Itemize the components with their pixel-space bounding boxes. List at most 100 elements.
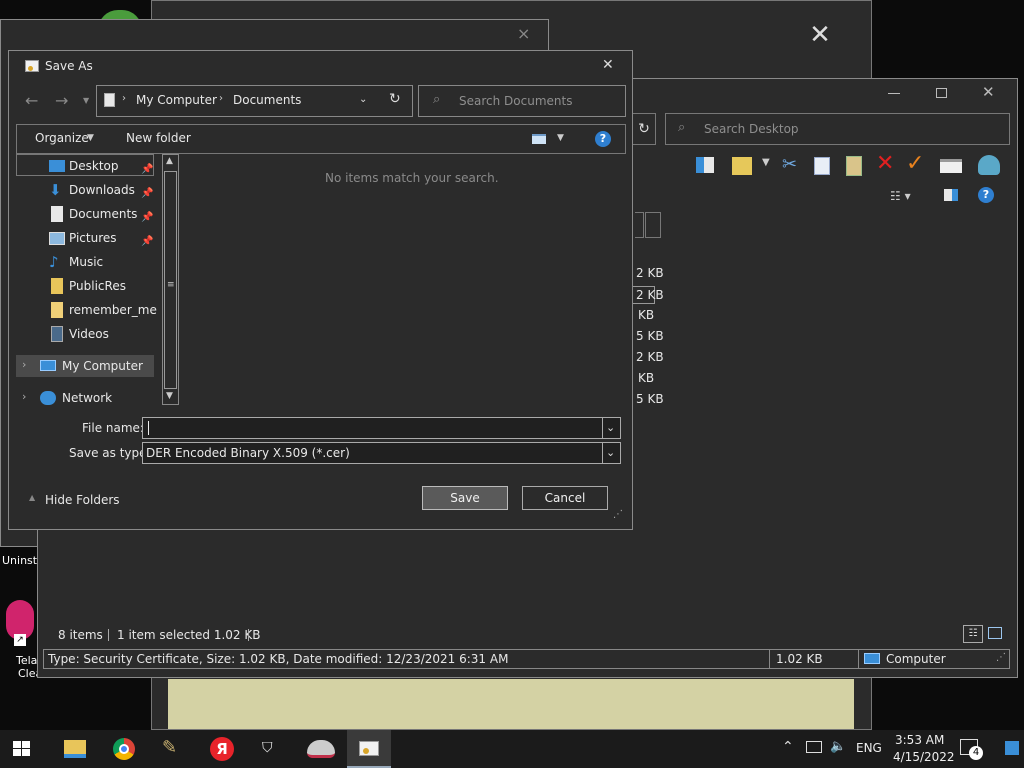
paste-icon[interactable]: [846, 156, 862, 176]
language-indicator[interactable]: ENG: [856, 741, 882, 755]
chevron-down-icon[interactable]: ▼: [87, 133, 94, 143]
certificate-panel: [168, 679, 854, 729]
chevron-right-icon[interactable]: ›: [22, 358, 26, 371]
clock-date[interactable]: 4/15/2022: [893, 750, 955, 764]
nav-item-network[interactable]: › Network: [16, 387, 154, 409]
view-menu-icon[interactable]: ☷ ▾: [890, 189, 911, 203]
chevron-right-icon[interactable]: ›: [22, 390, 26, 403]
organize-button[interactable]: Organize: [35, 131, 89, 145]
details-pane-icon[interactable]: [944, 189, 958, 201]
resize-grip-icon[interactable]: ⋰: [996, 652, 1006, 663]
address-bar[interactable]: › My Computer › Documents ⌄ ↻: [96, 85, 413, 117]
nav-item-desktop[interactable]: Desktop 📌: [49, 155, 153, 177]
clock-time[interactable]: 3:53 AM: [895, 733, 944, 747]
start-button[interactable]: [13, 741, 31, 757]
certificate-icon: [25, 60, 39, 72]
column-header[interactable]: [645, 212, 661, 238]
new-folder-button[interactable]: New folder: [126, 131, 191, 145]
checkmark-icon[interactable]: ✓: [906, 151, 924, 176]
nav-item-my-computer[interactable]: › My Computer: [16, 355, 154, 377]
search-placeholder: Search Documents: [459, 94, 573, 108]
nav-item-downloads[interactable]: ⬇ Downloads 📌: [49, 179, 153, 201]
chrome-taskbar-icon[interactable]: [113, 738, 135, 760]
address-dropdown-icon[interactable]: ⌄: [359, 94, 367, 105]
file-explorer-taskbar-icon[interactable]: [64, 740, 86, 758]
scrollbar-thumb[interactable]: ≡: [164, 171, 177, 389]
app2-taskbar-icon[interactable]: [307, 740, 335, 758]
breadcrumb-item[interactable]: Documents: [233, 93, 301, 107]
tray-chevron-up-icon[interactable]: ⌃: [782, 739, 794, 755]
refresh-button[interactable]: ↻: [632, 113, 656, 145]
save-type-label: Save as type:: [69, 446, 151, 460]
scroll-up-icon[interactable]: ▲: [166, 156, 173, 166]
music-note-icon: ♪: [49, 253, 59, 271]
globe-icon[interactable]: [978, 155, 1000, 175]
status-divider: [108, 629, 109, 641]
nav-item-videos[interactable]: Videos: [51, 323, 109, 345]
close-icon[interactable]: ✕: [806, 21, 834, 49]
help-icon[interactable]: ?: [978, 187, 994, 203]
details-view-button[interactable]: ☷: [963, 625, 983, 643]
pin-icon: 📌: [141, 236, 154, 247]
nav-scrollbar[interactable]: ▲ ≡ ▼: [162, 154, 179, 405]
resize-grip-icon[interactable]: ⋰: [613, 509, 623, 520]
minimize-icon[interactable]: [888, 93, 900, 94]
pin-icon: 📌: [141, 188, 154, 199]
forward-arrow-icon[interactable]: →: [55, 91, 68, 110]
nav-item-label: remember_me: [69, 303, 157, 317]
view-icon[interactable]: [532, 134, 546, 144]
nav-item-documents[interactable]: Documents 📌: [51, 203, 153, 225]
nav-item-pictures[interactable]: Pictures 📌: [49, 227, 153, 249]
nav-item-publicres[interactable]: PublicRes: [51, 275, 126, 297]
shortcut-arrow-icon: ↗: [14, 634, 26, 646]
copy-icon[interactable]: [814, 157, 830, 175]
volume-icon[interactable]: 🔈: [830, 739, 846, 754]
close-icon[interactable]: ✕: [982, 83, 995, 101]
nav-item-label: PublicRes: [69, 279, 126, 293]
app-taskbar-icon[interactable]: ✎: [162, 737, 184, 759]
network-tray-icon[interactable]: [806, 741, 822, 753]
help-icon[interactable]: ?: [595, 131, 611, 147]
list-item-size: KB: [638, 371, 655, 385]
hide-folders-button[interactable]: ▲ Hide Folders: [27, 491, 127, 511]
breadcrumb-item[interactable]: My Computer: [136, 93, 217, 107]
chevron-down-icon[interactable]: ⌄: [606, 446, 615, 459]
properties-icon[interactable]: [940, 159, 962, 173]
search-input[interactable]: ⌕ Search Desktop: [665, 113, 1010, 145]
scroll-down-icon[interactable]: ▼: [166, 391, 173, 401]
column-header[interactable]: [635, 212, 644, 238]
preview-pane-icon[interactable]: [696, 157, 714, 173]
status-divider: [769, 650, 770, 668]
delete-icon[interactable]: ✕: [876, 151, 894, 176]
folder-options-icon[interactable]: [732, 157, 752, 175]
details-location: Computer: [886, 652, 946, 666]
chevron-down-icon[interactable]: ⌄: [606, 421, 615, 434]
close-icon[interactable]: ×: [517, 24, 530, 43]
refresh-icon[interactable]: ↻: [389, 91, 401, 107]
chevron-down-icon[interactable]: ▼: [557, 133, 564, 143]
cut-icon[interactable]: ✂: [782, 154, 797, 175]
nav-item-remember-me[interactable]: remember_me: [51, 299, 157, 321]
yandex-taskbar-icon[interactable]: Я: [210, 737, 234, 761]
list-item-size[interactable]: 2 KB: [631, 286, 664, 304]
maximize-icon[interactable]: [936, 88, 947, 98]
large-icons-view-button[interactable]: [988, 627, 1002, 639]
file-name-field[interactable]: ⌄: [142, 417, 621, 439]
notification-center-icon[interactable]: 4: [960, 739, 983, 760]
search-icon: ⌕: [678, 120, 686, 135]
save-type-select[interactable]: DER Encoded Binary X.509 (*.cer) ⌄: [142, 442, 621, 464]
certificate-taskbar-button[interactable]: [347, 730, 391, 768]
chevron-down-icon[interactable]: ▼: [762, 157, 770, 168]
close-icon[interactable]: ✕: [602, 57, 614, 73]
desktop-icon-label: Uninst: [2, 554, 38, 567]
recent-locations-chevron-icon[interactable]: ▼: [83, 96, 89, 105]
show-desktop-button[interactable]: [1005, 741, 1019, 755]
search-input[interactable]: ⌕ Search Documents: [418, 85, 626, 117]
nav-item-label: Network: [62, 391, 113, 405]
shield-taskbar-icon[interactable]: ⛉: [262, 740, 278, 758]
save-button[interactable]: Save: [422, 486, 508, 510]
cancel-button[interactable]: Cancel: [522, 486, 608, 510]
back-arrow-icon[interactable]: ←: [25, 91, 38, 110]
computer-icon: [40, 360, 56, 371]
nav-item-music[interactable]: ♪ Music: [49, 251, 103, 273]
